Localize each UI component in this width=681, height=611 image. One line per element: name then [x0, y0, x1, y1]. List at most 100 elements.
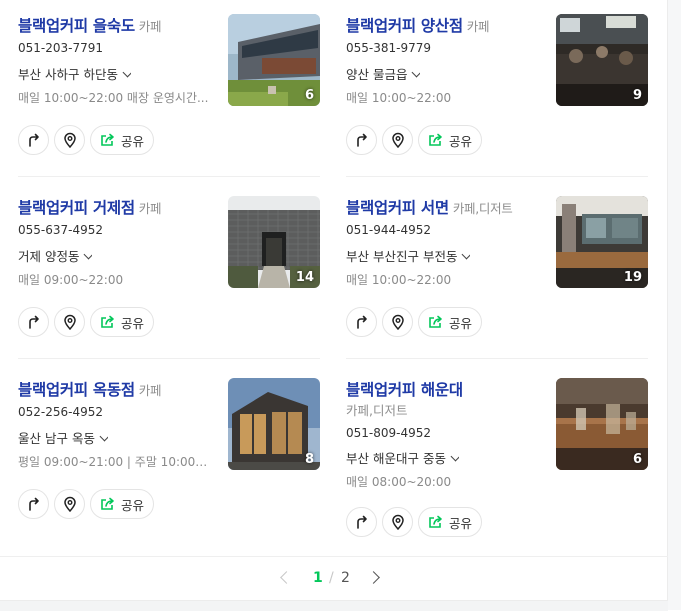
chevron-down-icon [99, 431, 108, 442]
current-page: 1 [313, 570, 323, 586]
share-button[interactable]: 공유 [418, 507, 482, 537]
share-button[interactable]: 공유 [418, 125, 482, 155]
place-photo[interactable]: 8 [228, 378, 320, 470]
share-button[interactable]: 공유 [90, 307, 154, 337]
place-card[interactable]: 블랙업커피 옥동점 카페 052-256-4952 울산 남구 옥동 평일 09:… [18, 378, 328, 538]
place-hours: 매일 08:00~20:00 [346, 475, 452, 489]
directions-icon [356, 515, 367, 529]
pagination: 1 / 2 [0, 568, 668, 590]
pagination-divider [0, 556, 668, 557]
place-category: 카페 [466, 19, 490, 34]
directions-icon [356, 315, 367, 329]
place-photo[interactable]: 14 [228, 196, 320, 288]
chevron-down-icon [462, 249, 471, 260]
share-label: 공유 [120, 315, 144, 331]
map-location-button[interactable] [382, 125, 413, 155]
place-card[interactable]: 블랙업커피 거제점 카페 055-637-4952 거제 양정동 매일 09:00… [18, 196, 328, 356]
share-icon [429, 315, 442, 328]
photo-count: 6 [632, 452, 642, 467]
place-card[interactable]: 블랙업커피 서면 카페,디저트 051-944-4952 부산 부산진구 부전동 … [346, 196, 656, 356]
directions-button[interactable] [346, 507, 377, 537]
place-address: 거제 양정동 [18, 249, 80, 264]
share-label: 공유 [120, 133, 144, 149]
place-name[interactable]: 블랙업커피 양산점 [346, 17, 463, 35]
row-divider [18, 176, 320, 177]
photo-count: 14 [295, 270, 314, 285]
place-address: 부산 해운대구 중동 [346, 451, 446, 466]
place-address-toggle[interactable]: 양산 물금읍 [346, 64, 421, 83]
map-location-button[interactable] [382, 307, 413, 337]
chevron-down-icon [84, 249, 93, 260]
map-location-button[interactable] [54, 125, 85, 155]
place-address-toggle[interactable]: 거제 양정동 [18, 246, 93, 265]
place-hours: 매일 10:00~22:00 [346, 91, 452, 105]
place-name-row[interactable]: 블랙업커피 서면 카페,디저트 [346, 196, 513, 218]
photo-count: 19 [623, 270, 642, 285]
directions-button[interactable] [18, 489, 49, 519]
place-photo[interactable]: 9 [556, 14, 648, 106]
place-category: 카페,디저트 [346, 403, 408, 418]
place-name[interactable]: 블랙업커피 해운대 [346, 378, 463, 400]
place-name[interactable]: 블랙업커피 을숙도 [18, 17, 135, 35]
place-category: 카페 [138, 383, 162, 398]
place-address-toggle[interactable]: 울산 남구 옥동 [18, 428, 108, 447]
place-hours: 매일 10:00~22:00 매장 운영시간... [18, 91, 209, 105]
share-button[interactable]: 공유 [90, 125, 154, 155]
page-separator: / [329, 570, 334, 586]
directions-button[interactable] [18, 125, 49, 155]
place-address-toggle[interactable]: 부산 해운대구 중동 [346, 448, 459, 467]
place-phone[interactable]: 052-256-4952 [18, 405, 103, 419]
place-card[interactable]: 블랙업커피 해운대 카페,디저트 051-809-4952 부산 해운대구 중동… [346, 378, 656, 538]
map-location-button[interactable] [54, 489, 85, 519]
place-phone[interactable]: 051-809-4952 [346, 426, 431, 440]
place-name[interactable]: 블랙업커피 거제점 [18, 199, 135, 217]
place-name-row[interactable]: 블랙업커피 양산점 카페 [346, 14, 489, 36]
share-label: 공유 [448, 315, 472, 331]
place-name-row[interactable]: 블랙업커피 을숙도 카페 [18, 14, 161, 36]
place-phone[interactable]: 055-637-4952 [18, 223, 103, 237]
total-pages: 2 [341, 570, 350, 586]
directions-button[interactable] [18, 307, 49, 337]
place-photo[interactable]: 19 [556, 196, 648, 288]
place-address: 부산 부산진구 부전동 [346, 249, 458, 264]
place-hours: 매일 09:00~22:00 [18, 273, 124, 287]
directions-icon [28, 315, 39, 329]
chevron-right-icon[interactable] [367, 571, 380, 584]
place-address-toggle[interactable]: 부산 부산진구 부전동 [346, 246, 471, 265]
share-button[interactable]: 공유 [418, 307, 482, 337]
directions-button[interactable] [346, 307, 377, 337]
map-pin-icon [391, 514, 404, 530]
place-category: 카페 [138, 19, 162, 34]
chevron-left-icon[interactable] [280, 571, 293, 584]
map-location-button[interactable] [382, 507, 413, 537]
share-label: 공유 [448, 515, 472, 531]
place-photo[interactable]: 6 [556, 378, 648, 470]
photo-count: 6 [304, 88, 314, 103]
share-label: 공유 [120, 497, 144, 513]
share-icon [429, 515, 442, 528]
share-button[interactable]: 공유 [90, 489, 154, 519]
photo-count: 8 [304, 452, 314, 467]
place-name[interactable]: 블랙업커피 서면 [346, 199, 449, 217]
share-label: 공유 [448, 133, 472, 149]
place-name-row[interactable]: 블랙업커피 거제점 카페 [18, 196, 161, 218]
place-name-row[interactable]: 블랙업커피 옥동점 카페 [18, 378, 161, 400]
directions-button[interactable] [346, 125, 377, 155]
place-address: 부산 사하구 하단동 [18, 67, 118, 82]
share-icon [101, 497, 114, 510]
place-photo[interactable]: 6 [228, 14, 320, 106]
place-phone[interactable]: 051-944-4952 [346, 223, 431, 237]
map-pin-icon [391, 132, 404, 148]
place-phone[interactable]: 051-203-7791 [18, 41, 103, 55]
place-phone[interactable]: 055-381-9779 [346, 41, 431, 55]
row-divider [18, 358, 320, 359]
row-divider [346, 358, 648, 359]
chevron-down-icon [122, 67, 131, 78]
map-location-button[interactable] [54, 307, 85, 337]
place-address-toggle[interactable]: 부산 사하구 하단동 [18, 64, 131, 83]
place-card[interactable]: 블랙업커피 양산점 카페 055-381-9779 양산 물금읍 매일 10:00… [346, 14, 656, 174]
place-name[interactable]: 블랙업커피 옥동점 [18, 381, 135, 399]
map-pin-icon [63, 314, 76, 330]
share-icon [101, 133, 114, 146]
place-card[interactable]: 블랙업커피 을숙도 카페 051-203-7791 부산 사하구 하단동 매일 1… [18, 14, 328, 174]
